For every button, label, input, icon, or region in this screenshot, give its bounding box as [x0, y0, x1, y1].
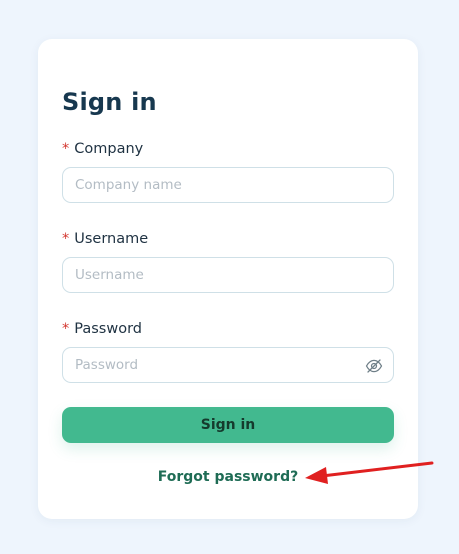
required-marker: * [62, 321, 70, 337]
required-marker: * [62, 231, 70, 247]
password-field [62, 347, 394, 383]
page-title: Sign in [62, 88, 157, 116]
eye-slash-icon[interactable] [365, 357, 383, 375]
username-input[interactable] [63, 258, 393, 292]
password-input[interactable] [63, 348, 393, 382]
company-input[interactable] [63, 168, 393, 202]
sign-in-button[interactable]: Sign in [62, 407, 394, 443]
required-marker: * [62, 141, 70, 157]
sign-in-card: Sign in *Company *Username *Password Sig… [38, 39, 418, 519]
username-label-text: Username [74, 231, 149, 247]
red-arrow-annotation [305, 461, 434, 484]
forgot-password-link[interactable]: Forgot password? [158, 469, 298, 485]
password-label-text: Password [74, 321, 142, 337]
password-label: * Password [62, 320, 142, 338]
company-label: * Company [62, 140, 143, 158]
username-field [62, 257, 394, 293]
username-label: * Username [62, 230, 148, 248]
company-label-text: Company [74, 141, 144, 157]
company-field [62, 167, 394, 203]
